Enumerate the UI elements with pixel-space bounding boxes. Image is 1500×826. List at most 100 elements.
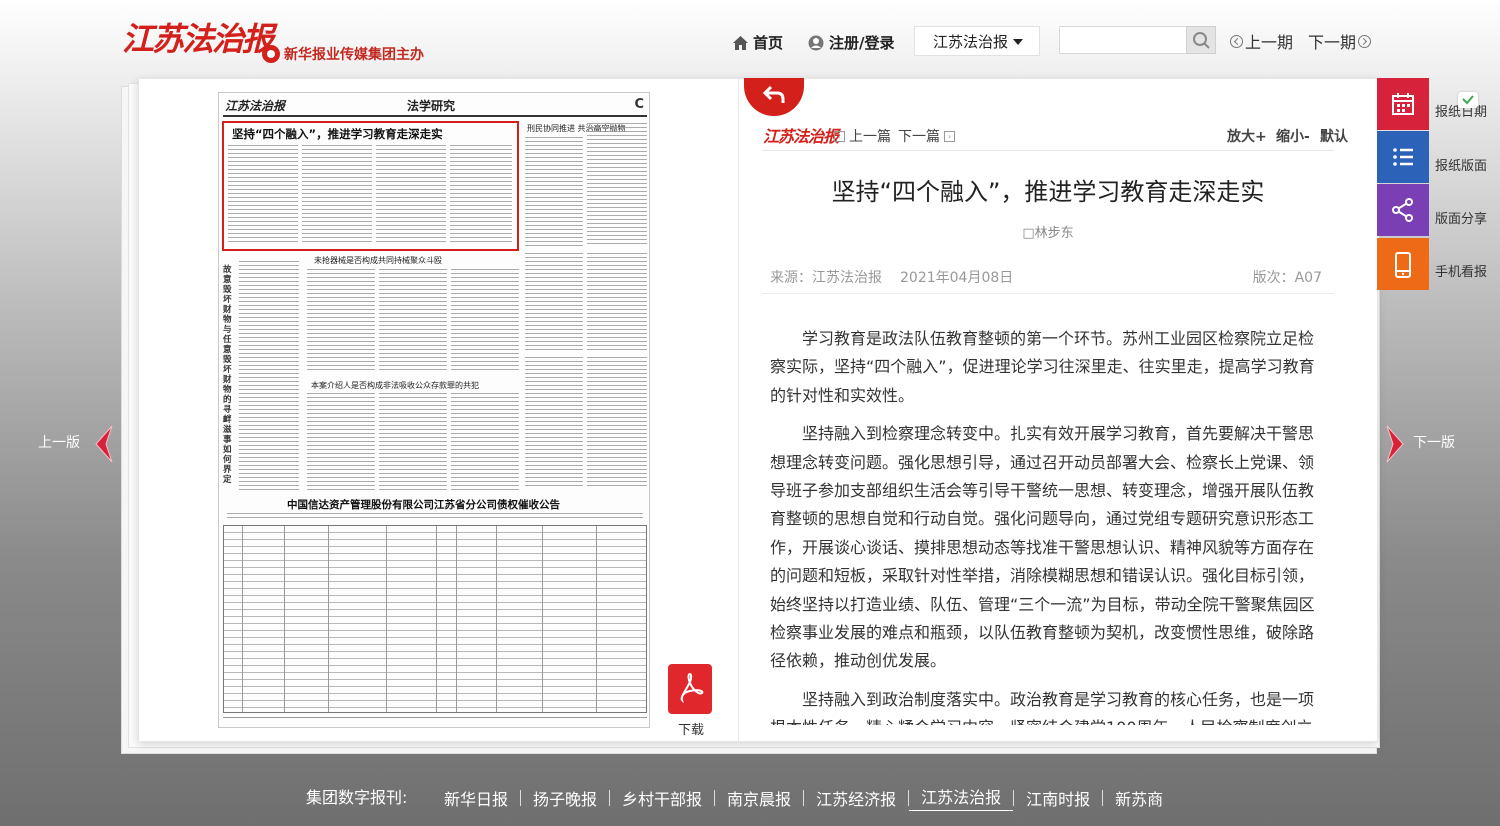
np-text-block: [302, 145, 372, 245]
caret-down-icon: [1013, 39, 1023, 45]
next-page-label: 下一版: [1413, 435, 1455, 451]
article-hotspot-selected[interactable]: 坚持“四个融入”，推进学习教育走深走实: [222, 121, 519, 251]
panel-divider: [738, 78, 739, 742]
nav-login-link[interactable]: 注册/登录: [808, 32, 894, 53]
np-text-block: [587, 357, 647, 487]
article-paragraph: 学习教育是政法队伍教育整顿的第一个环节。苏州工业园区检察院立足检察实际，坚持“四…: [770, 329, 1315, 405]
pdf-icon: [680, 672, 704, 704]
np-subheading[interactable]: 未抢器械是否构成共同持械聚众斗殴: [314, 255, 442, 266]
np-text-block: [239, 261, 299, 491]
np-vertical-title[interactable]: 故意毁坏财物与任意毁坏财物的寻衅滋事如何界定: [223, 265, 235, 485]
np-text-block: [587, 253, 647, 353]
nav-home-link[interactable]: 首页: [733, 32, 783, 53]
calendar-icon: [1392, 93, 1414, 115]
chevron-right-circle-icon: [1358, 34, 1372, 48]
nav-login-label: 注册/登录: [829, 34, 895, 52]
np-text-block: [307, 269, 375, 373]
next-issue-link[interactable]: 下一期: [1308, 29, 1372, 53]
home-icon: [733, 35, 748, 50]
mobile-read-label[interactable]: 手机看报: [1435, 261, 1487, 280]
np-text-block: [379, 269, 447, 373]
footer-label: 集团数字报刊:: [306, 788, 408, 807]
np-notice-title[interactable]: 中国信达资产管理股份有限公司江苏省分公司债权催收公告: [287, 497, 560, 512]
check-badge-icon: [1458, 92, 1478, 108]
np-section-title: 法学研究: [407, 99, 456, 113]
zoom-out-button[interactable]: 缩小-: [1276, 126, 1310, 146]
share-button[interactable]: [1377, 184, 1429, 236]
chevron-left-icon: ‹: [834, 130, 845, 142]
np-text-block: [307, 393, 375, 491]
footer-link-jiangsu-economic[interactable]: 江苏经济报: [804, 786, 908, 810]
top-header: 江苏法治报 新华报业传媒集团主办 首页 注册/登录 江苏法治报 上一期 下一期: [0, 0, 1500, 80]
article-masthead: 江苏法治报: [763, 127, 839, 146]
np-text-block: [525, 357, 583, 487]
article-author: □林步东: [1022, 226, 1074, 241]
list-icon: [1393, 148, 1413, 166]
np-text-block: [525, 137, 583, 247]
arrow-left-icon: [95, 425, 113, 463]
np-text-block: [376, 145, 446, 245]
prev-page-label: 上一版: [38, 435, 80, 451]
footer-link-yangtse-evening[interactable]: 扬子晚报: [521, 786, 609, 810]
share-label[interactable]: 版面分享: [1435, 208, 1487, 227]
site-logo[interactable]: 江苏法治报: [122, 14, 274, 60]
footer-link-jiangsu-legal[interactable]: 江苏法治报: [909, 784, 1014, 811]
footer-link-xinhua-daily[interactable]: 新华日报: [432, 786, 520, 810]
paper-select-dropdown[interactable]: 江苏法治报: [914, 26, 1040, 56]
np-text-block: [450, 145, 512, 245]
article-date: 2021年04月08日: [900, 270, 1014, 286]
next-article-label: 下一篇: [898, 129, 940, 145]
prev-issue-link[interactable]: 上一期: [1230, 29, 1293, 53]
chevron-right-icon: ›: [944, 130, 955, 142]
next-article-link[interactable]: 下一篇 ›: [898, 126, 955, 146]
footer-link-nanjing-morning[interactable]: 南京晨报: [715, 786, 803, 810]
newspaper-page-image: 江苏法治报 法学研究 C 坚持“四个融入”，推进学习教育走深走实 刑民协同推进 …: [218, 92, 650, 728]
np-text-block: [451, 393, 519, 491]
article-paragraph: 坚持融入到政治制度落实中。政治教育是学习教育的核心任务，也是一项根本性任务。精心…: [770, 689, 1315, 725]
article-divider: [762, 150, 1334, 151]
footer-link-new-sushang[interactable]: 新苏商: [1103, 786, 1175, 810]
page-list-label[interactable]: 报纸版面: [1435, 155, 1487, 174]
prev-article-label: 上一篇: [849, 129, 891, 145]
paper-select-value: 江苏法治报: [933, 32, 1009, 51]
xinhua-emblem-icon: [262, 45, 280, 63]
footer-link-village-cadre[interactable]: 乡村干部报: [610, 786, 714, 810]
prev-article-link[interactable]: ‹ 上一篇: [834, 126, 891, 146]
np-page-tag: C: [634, 97, 644, 112]
group-text: 新华报业传媒集团主办: [284, 47, 424, 63]
return-arrow-icon: [762, 85, 785, 103]
np-text-block: [587, 123, 647, 247]
page-list-button[interactable]: [1377, 131, 1429, 183]
date-picker-button[interactable]: [1377, 78, 1429, 130]
search-icon: [1193, 32, 1210, 49]
prev-issue-label: 上一期: [1245, 33, 1294, 52]
article-divider: [762, 293, 1334, 294]
article-source: 来源：江苏法治报: [770, 270, 882, 286]
search-button[interactable]: [1186, 26, 1216, 54]
footer: 集团数字报刊: 新华日报 扬子晚报 乡村干部报 南京晨报 江苏经济报 江苏法治报…: [0, 780, 1500, 811]
footer-links: 新华日报 扬子晚报 乡村干部报 南京晨报 江苏经济报 江苏法治报 江南时报 新苏…: [432, 784, 1175, 811]
download-label[interactable]: 下载: [678, 719, 704, 738]
np-footer-rule: [223, 717, 647, 718]
search-input[interactable]: [1059, 26, 1187, 54]
np-subheading[interactable]: 本案介绍人是否构成非法吸收公众存款罪的共犯: [311, 380, 479, 391]
np-text-block: [228, 145, 298, 245]
article-body[interactable]: 学习教育是政法队伍教育整顿的第一个环节。苏州工业园区检察院立足检察实际，坚持“四…: [770, 325, 1324, 725]
np-text-block: [525, 253, 583, 353]
zoom-in-button[interactable]: 放大+: [1227, 126, 1267, 146]
zoom-default-button[interactable]: 默认: [1320, 126, 1348, 146]
pdf-download-button[interactable]: [668, 664, 712, 714]
chevron-left-circle-icon: [1230, 34, 1243, 48]
np-headline: 坚持“四个融入”，推进学习教育走深走实: [232, 127, 443, 141]
user-icon: [808, 35, 824, 50]
np-text-block: [451, 269, 519, 373]
mobile-read-button[interactable]: [1377, 238, 1429, 290]
footer-link-jiangnan-times[interactable]: 江南时报: [1014, 786, 1102, 810]
group-logo: 新华报业传媒集团主办: [262, 44, 424, 64]
arrow-right-icon: [1386, 425, 1404, 463]
np-text-block: [379, 393, 447, 491]
article-title: 坚持“四个融入”，推进学习教育走深走实: [831, 178, 1265, 206]
np-text-block: [227, 513, 643, 521]
np-divider: [223, 115, 647, 117]
article-paragraph: 坚持融入到检察理念转变中。扎实有效开展学习教育，首先要解决干警思想理念转变问题。…: [770, 424, 1315, 671]
